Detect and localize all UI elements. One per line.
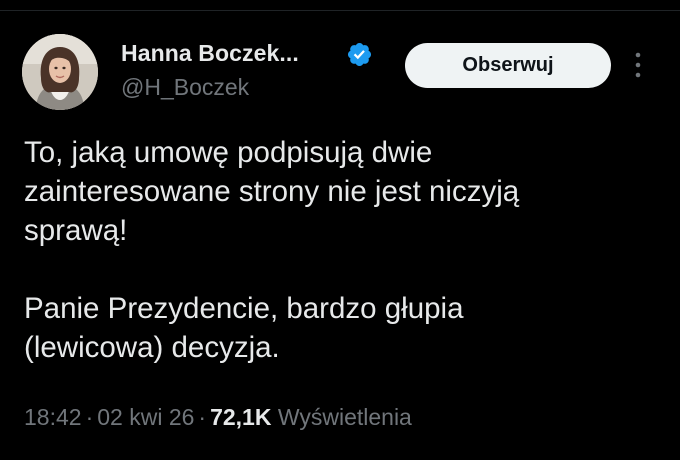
tweet-time[interactable]: 18:42 (24, 404, 82, 430)
more-vertical-icon[interactable] (630, 50, 646, 80)
views-count[interactable]: 72,1K (210, 404, 271, 430)
avatar[interactable] (22, 34, 98, 110)
tweet-text: To, jaką umowę podpisują dwie zaintereso… (24, 133, 664, 367)
top-divider (0, 10, 680, 11)
verified-badge-icon[interactable] (346, 41, 373, 68)
tweet-meta: 18:42 · 02 kwi 26 · 72,1K Wyświetlenia (24, 404, 412, 431)
tweet-line: zainteresowane strony nie jest niczyją (24, 175, 520, 208)
tweet-line: Panie Prezydencie, bardzo głupia (24, 292, 464, 325)
tweet-line: sprawą! (24, 214, 128, 247)
tweet-date[interactable]: 02 kwi 26 (97, 404, 194, 430)
author-display-name[interactable]: Hanna Boczek... (121, 40, 299, 67)
follow-button[interactable]: Obserwuj (405, 43, 611, 88)
meta-separator: · (198, 404, 207, 430)
tweet-line-blank (24, 250, 664, 289)
tweet-line: (lewicowa) decyzja. (24, 331, 280, 364)
tweet-line: To, jaką umowę podpisują dwie (24, 136, 433, 169)
meta-separator: · (85, 404, 94, 430)
views-label[interactable]: Wyświetlenia (278, 404, 412, 430)
author-handle[interactable]: @H_Boczek (121, 74, 249, 101)
profile-photo-icon (22, 34, 98, 110)
